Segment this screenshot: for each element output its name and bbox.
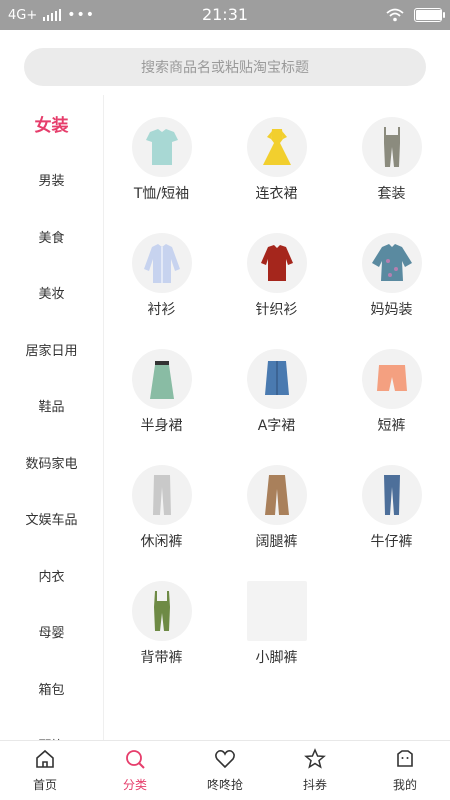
sidebar-item-label: 美妆 — [38, 287, 65, 303]
subcategory-item[interactable]: 短裤 — [334, 336, 449, 452]
nav-label: 首页 — [32, 778, 57, 792]
search-placeholder: 搜索商品名或粘贴淘宝标题 — [141, 60, 309, 76]
denim-skirt-icon — [246, 349, 307, 409]
sidebar-item-label: 数码家电 — [25, 456, 78, 472]
subcategory-label: 小脚裤 — [255, 650, 298, 666]
nav-label: 分类 — [122, 778, 147, 792]
sidebar-item-label: 男装 — [38, 174, 65, 190]
sidebar-item-label: 内衣 — [38, 569, 65, 585]
profile-icon — [394, 748, 416, 773]
status-right — [386, 0, 445, 30]
sidebar-item[interactable]: 母婴 — [0, 604, 103, 661]
casual-pants-icon — [131, 465, 192, 525]
subcategory-item[interactable]: 衬衫 — [104, 220, 219, 336]
heart-icon — [214, 748, 236, 773]
nav-item[interactable]: 分类 — [90, 741, 180, 800]
sidebar-item-label: 箱包 — [38, 682, 65, 698]
overalls-icon — [131, 581, 192, 641]
sidebar-item-label: 鞋品 — [38, 400, 65, 416]
sidebar-item[interactable]: 鞋品 — [0, 378, 103, 435]
wide-leg-pants-icon — [246, 465, 307, 525]
subcategory-item[interactable]: T恤/短袖 — [104, 104, 219, 220]
nav-item[interactable]: 首页 — [0, 741, 90, 800]
sidebar-item[interactable]: 内衣 — [0, 547, 103, 604]
bottom-nav: 首页 分类 咚咚抢 抖券 我的 — [0, 740, 450, 800]
subcategory-item[interactable]: 妈妈装 — [334, 220, 449, 336]
sidebar-item-label: 美食 — [38, 230, 65, 246]
subcategory-item[interactable]: 牛仔裤 — [334, 452, 449, 568]
subcategory-label: 半身裙 — [140, 418, 183, 434]
subcategory-label: 针织衫 — [255, 302, 298, 318]
nav-item[interactable]: 咚咚抢 — [180, 741, 270, 800]
subcategory-item[interactable]: 休闲裤 — [104, 452, 219, 568]
subcategory-item[interactable]: 半身裙 — [104, 336, 219, 452]
nav-item[interactable]: 抖券 — [270, 741, 360, 800]
nav-label: 咚咚抢 — [206, 778, 243, 792]
sidebar-item[interactable]: 美食 — [0, 208, 103, 265]
subcategory-label: 连衣裙 — [255, 186, 298, 202]
subcategory-item[interactable]: 阔腿裤 — [219, 452, 334, 568]
clock: 21:31 — [201, 5, 249, 24]
subcategory-item[interactable]: 针织衫 — [219, 220, 334, 336]
sidebar-item[interactable]: 居家日用 — [0, 321, 103, 378]
sidebar-item[interactable]: 配饰 — [0, 717, 103, 740]
shorts-icon — [361, 349, 422, 409]
home-icon — [34, 748, 56, 773]
jeans-icon — [361, 465, 422, 525]
battery-level — [416, 10, 442, 20]
wifi-icon — [386, 8, 404, 22]
subcategory-item[interactable]: 套装 — [334, 104, 449, 220]
subcategory-item[interactable]: 连衣裙 — [219, 104, 334, 220]
subcategory-label: 妈妈装 — [370, 302, 413, 318]
overall-set-icon — [361, 117, 422, 177]
subcategory-label: 休闲裤 — [140, 534, 183, 550]
mom-blouse-icon — [361, 233, 422, 293]
dress-icon — [246, 117, 307, 177]
skinny-pants-icon — [246, 581, 307, 641]
subcategory-label: A字裙 — [257, 418, 296, 434]
sidebar-item[interactable]: 女装 — [0, 95, 103, 152]
subcategory-label: 牛仔裤 — [370, 534, 413, 550]
subcategory-label: 短裤 — [377, 418, 406, 434]
category-sidebar: 女装男装美食美妆居家日用鞋品数码家电文娱车品内衣母婴箱包配饰 — [0, 95, 104, 740]
sidebar-item-label: 文娱车品 — [25, 513, 78, 529]
sidebar-item-label: 女装 — [34, 115, 69, 136]
sidebar-item[interactable]: 箱包 — [0, 660, 103, 717]
sidebar-item[interactable]: 美妆 — [0, 265, 103, 322]
sidebar-item[interactable]: 文娱车品 — [0, 491, 103, 548]
subcategory-label: 阔腿裤 — [255, 534, 298, 550]
nav-label: 我的 — [392, 778, 417, 792]
sidebar-item[interactable]: 数码家电 — [0, 434, 103, 491]
sidebar-item[interactable]: 男装 — [0, 152, 103, 209]
nav-label: 抖券 — [302, 778, 327, 792]
search-input[interactable]: 搜索商品名或粘贴淘宝标题 — [24, 48, 426, 86]
subcategory-item[interactable]: 背带裤 — [104, 568, 219, 684]
nav-item[interactable]: 我的 — [360, 741, 450, 800]
subcategory-label: 套装 — [377, 186, 406, 202]
tshirt-icon — [131, 117, 192, 177]
subcategory-label: 背带裤 — [140, 650, 183, 666]
skirt-icon — [131, 349, 192, 409]
subcategory-item[interactable]: A字裙 — [219, 336, 334, 452]
sidebar-item-label: 居家日用 — [25, 343, 78, 359]
status-bar: 4G+ ••• 21:31 — [0, 0, 450, 30]
battery-icon — [414, 8, 445, 22]
knit-sweater-icon — [246, 233, 307, 293]
shirt-icon — [131, 233, 192, 293]
subcategory-label: 衬衫 — [147, 302, 176, 318]
subcategory-item[interactable]: 小脚裤 — [219, 568, 334, 684]
star-icon — [304, 748, 326, 773]
subcategory-label: T恤/短袖 — [133, 186, 190, 202]
category-search-icon — [124, 748, 146, 773]
sidebar-item-label: 母婴 — [38, 626, 65, 642]
